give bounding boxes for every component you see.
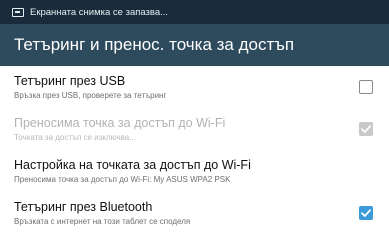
- status-notification-text: Екранната снимка се запазва...: [30, 6, 169, 18]
- wifi-hotspot-setup-item[interactable]: Настройка на точката за достъп до Wi-Fi …: [0, 150, 389, 192]
- wifi-hotspot-summary: Точката за достъп се изключва...: [14, 132, 136, 142]
- bluetooth-tethering-checkbox[interactable]: [359, 206, 373, 220]
- usb-tethering-item[interactable]: Тетъринг през USB Връзка през USB, прове…: [0, 66, 389, 108]
- usb-tethering-title: Тетъринг през USB: [14, 73, 126, 88]
- usb-tethering-checkbox[interactable]: [359, 80, 373, 94]
- bluetooth-tethering-title: Тетъринг през Bluetooth: [14, 199, 153, 214]
- settings-list: Тетъринг през USB Връзка през USB, прове…: [0, 66, 389, 234]
- usb-tethering-summary: Връзка през USB, проверете за тетъринг: [14, 90, 167, 100]
- wifi-hotspot-item[interactable]: Преносима точка за достъп до Wi-Fi Точка…: [0, 108, 389, 150]
- wifi-hotspot-checkbox[interactable]: [359, 122, 373, 136]
- bluetooth-tethering-summary: Връзката с интернет на този таблет се сп…: [14, 216, 191, 226]
- wifi-hotspot-title: Преносима точка за достъп до Wi-Fi: [14, 115, 226, 130]
- bluetooth-tethering-item[interactable]: Тетъринг през Bluetooth Връзката с интер…: [0, 192, 389, 234]
- checkmark-icon: [361, 125, 371, 133]
- wifi-hotspot-setup-summary: Преносима точка за достъп до Wi-Fi: My A…: [14, 174, 231, 184]
- wifi-hotspot-setup-title: Настройка на точката за достъп до Wi-Fi: [14, 157, 251, 172]
- status-bar: Екранната снимка се запазва...: [0, 0, 389, 24]
- screenshot-icon: [12, 7, 24, 17]
- checkmark-icon: [361, 209, 371, 217]
- action-bar: Тетъринг и пренос. точка за достъп: [0, 24, 389, 66]
- page-title: Тетъринг и пренос. точка за достъп: [14, 35, 295, 54]
